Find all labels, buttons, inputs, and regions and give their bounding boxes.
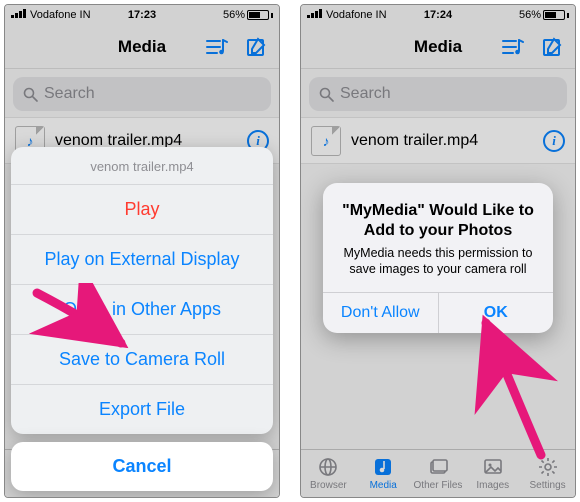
- tab-other-files[interactable]: Other Files: [411, 450, 466, 497]
- nav-bar: Media: [301, 25, 575, 69]
- video-file-icon: ♪: [311, 126, 341, 156]
- action-sheet: venom trailer.mp4 Play Play on External …: [11, 147, 273, 491]
- tab-label: Media: [370, 480, 397, 491]
- sheet-item-external[interactable]: Play on External Display: [11, 234, 273, 284]
- search-input[interactable]: Search: [309, 77, 567, 111]
- search-placeholder: Search: [44, 85, 95, 103]
- search-icon: [319, 87, 334, 102]
- tab-browser[interactable]: Browser: [301, 450, 356, 497]
- phone-right: Vodafone IN 17:24 56% Media Search ♪ ven…: [300, 4, 576, 498]
- info-icon[interactable]: i: [543, 130, 565, 152]
- tab-label: Browser: [310, 480, 347, 491]
- sheet-item-export[interactable]: Export File: [11, 384, 273, 434]
- file-row[interactable]: ♪ venom trailer.mp4 i: [301, 118, 575, 164]
- tab-label: Images: [476, 480, 509, 491]
- sheet-item-save-camera-roll[interactable]: Save to Camera Roll: [11, 334, 273, 384]
- permission-alert: "MyMedia" Would Like to Add to your Phot…: [323, 183, 553, 333]
- clock: 17:24: [301, 9, 575, 21]
- battery-icon: [543, 10, 565, 20]
- sheet-title: venom trailer.mp4: [11, 147, 273, 184]
- phone-left: Vodafone IN 17:23 56% Media Search ♪ ven…: [4, 4, 280, 498]
- tab-settings[interactable]: Settings: [520, 450, 575, 497]
- battery-icon: [247, 10, 269, 20]
- search-input[interactable]: Search: [13, 77, 271, 111]
- playlist-icon[interactable]: [501, 36, 525, 58]
- alert-message: MyMedia needs this permission to save im…: [337, 245, 539, 278]
- sheet-item-open-in[interactable]: Open in Other Apps: [11, 284, 273, 334]
- tab-label: Settings: [530, 480, 566, 491]
- sheet-item-play[interactable]: Play: [11, 184, 273, 234]
- alert-title: "MyMedia" Would Like to Add to your Phot…: [337, 201, 539, 241]
- nav-bar: Media: [5, 25, 279, 69]
- status-bar: Vodafone IN 17:24 56%: [301, 5, 575, 25]
- status-bar: Vodafone IN 17:23 56%: [5, 5, 279, 25]
- file-name: venom trailer.mp4: [351, 132, 533, 150]
- file-list: ♪ venom trailer.mp4 i: [301, 117, 575, 164]
- alert-deny-button[interactable]: Don't Allow: [323, 293, 439, 333]
- search-icon: [23, 87, 38, 102]
- alert-allow-button[interactable]: OK: [439, 293, 554, 333]
- tab-images[interactable]: Images: [465, 450, 520, 497]
- sheet-cancel-button[interactable]: Cancel: [11, 442, 273, 491]
- tab-media[interactable]: Media: [356, 450, 411, 497]
- tab-label: Other Files: [414, 480, 463, 491]
- playlist-icon[interactable]: [205, 36, 229, 58]
- tab-bar: Browser Media Other Files Images Setting…: [301, 449, 575, 497]
- compose-icon[interactable]: [541, 36, 565, 58]
- clock: 17:23: [5, 9, 279, 21]
- search-placeholder: Search: [340, 85, 391, 103]
- compose-icon[interactable]: [245, 36, 269, 58]
